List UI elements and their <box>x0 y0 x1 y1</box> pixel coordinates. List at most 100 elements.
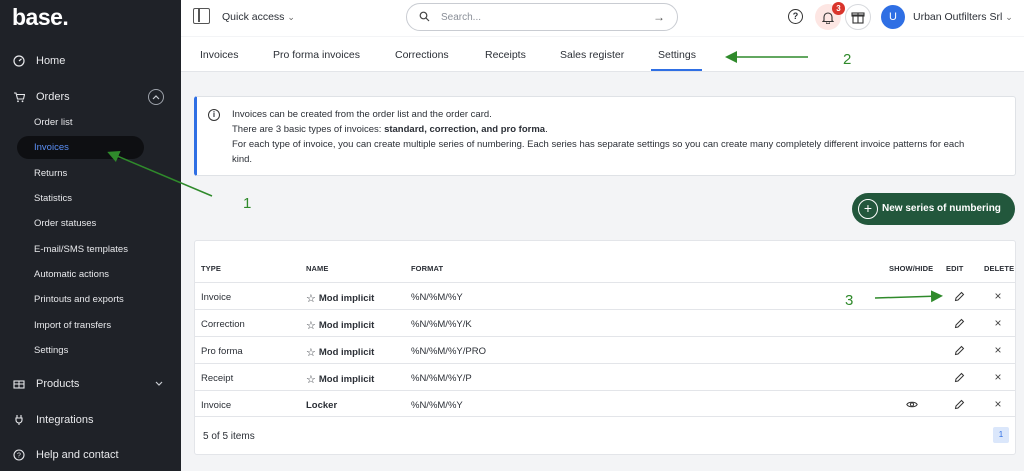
table-row[interactable]: Invoice Locker %N/%M/%Y × <box>195 390 1015 417</box>
pencil-icon[interactable] <box>952 316 966 330</box>
cell-format: %N/%M/%Y/K <box>411 319 472 330</box>
tab-receipts[interactable]: Receipts <box>485 49 526 61</box>
gift-button[interactable] <box>845 4 871 30</box>
sidebar-sub-email-sms-templates[interactable]: E-mail/SMS templates <box>17 238 144 261</box>
cell-type: Invoice <box>201 400 232 411</box>
collapse-toggle[interactable] <box>148 89 164 105</box>
eye-icon[interactable] <box>905 397 919 411</box>
annotation-number-1: 1 <box>243 195 252 212</box>
sidebar-item-label: Orders <box>36 91 70 103</box>
sidebar-item-help[interactable]: ? Help and contact <box>0 443 181 467</box>
chevron-down-icon: ⌄ <box>287 12 295 22</box>
notification-badge: 3 <box>832 2 845 15</box>
search-placeholder: Search... <box>441 12 482 23</box>
cell-name: ☆ Mod implicit <box>306 320 375 332</box>
cell-format: %N/%M/%Y <box>411 292 463 303</box>
sidebar-sub-order-statuses[interactable]: Order statuses <box>17 212 144 235</box>
sidebar-sub-automatic-actions[interactable]: Automatic actions <box>17 263 144 286</box>
info-box: i Invoices can be created from the order… <box>194 96 1016 176</box>
table-row[interactable]: Correction ☆ Mod implicit %N/%M/%Y/K × <box>195 309 1015 336</box>
sidebar-sub-returns[interactable]: Returns <box>17 162 144 185</box>
cell-name: ☆ Mod implicit <box>306 347 375 359</box>
search-input[interactable]: Search... → <box>406 3 678 31</box>
sidebar-sub-import-transfers[interactable]: Import of transfers <box>17 314 144 337</box>
column-header-show-hide: SHOW/HIDE <box>889 264 934 273</box>
account-dropdown[interactable]: Urban Outfilters Srl ⌄ <box>913 11 1013 23</box>
sidebar-item-products[interactable]: Products <box>0 372 181 396</box>
star-icon: ☆ <box>306 293 316 305</box>
close-icon[interactable]: × <box>991 343 1005 357</box>
pencil-icon[interactable] <box>952 370 966 384</box>
svg-text:?: ? <box>17 453 21 460</box>
sidebar-sub-order-list[interactable]: Order list <box>17 111 144 134</box>
cell-name: ☆ Mod implicit <box>306 374 375 386</box>
close-icon[interactable]: × <box>991 289 1005 303</box>
sidebar-sub-settings[interactable]: Settings <box>17 339 144 362</box>
pencil-icon[interactable] <box>952 289 966 303</box>
annotation-number-2: 2 <box>843 51 852 68</box>
pagination-count: 5 of 5 items <box>203 431 255 442</box>
pencil-icon[interactable] <box>952 343 966 357</box>
cell-format: %N/%M/%Y/P <box>411 373 472 384</box>
sidebar-sub-invoices[interactable]: Invoices <box>17 136 144 159</box>
table-row[interactable]: Invoice ☆ Mod implicit %N/%M/%Y × <box>195 282 1015 309</box>
info-line-4: kind. <box>232 154 253 165</box>
series-table: TYPE NAME FORMAT SHOW/HIDE EDIT DELETE I… <box>194 240 1016 455</box>
sidebar-item-label: Help and contact <box>36 449 119 461</box>
pencil-icon[interactable] <box>952 397 966 411</box>
sidebar-sub-printouts-exports[interactable]: Printouts and exports <box>17 288 144 311</box>
info-icon: i <box>208 109 220 121</box>
new-series-button[interactable]: + New series of numbering <box>852 193 1015 225</box>
panel-icon[interactable] <box>193 8 210 24</box>
arrow-right-icon[interactable]: → <box>653 10 665 24</box>
avatar[interactable]: U <box>881 5 905 29</box>
sidebar-item-label: Products <box>36 378 80 390</box>
box-icon <box>12 377 26 391</box>
tabs-bar: Invoices Pro forma invoices Corrections … <box>181 37 1024 72</box>
plus-icon: + <box>858 199 878 219</box>
tab-pro-forma-invoices[interactable]: Pro forma invoices <box>273 49 360 61</box>
cell-type: Invoice <box>201 292 232 303</box>
sidebar-item-integrations[interactable]: Integrations <box>0 408 181 432</box>
topbar: Quick access ⌄ Search... → ? 3 U Urban O… <box>181 0 1024 36</box>
quick-access-dropdown[interactable]: Quick access ⌄ <box>222 11 295 23</box>
gauge-icon <box>12 54 26 68</box>
cart-icon <box>12 90 26 104</box>
active-tab-indicator <box>651 69 702 71</box>
star-icon: ☆ <box>306 374 316 386</box>
cell-format: %N/%M/%Y/PRO <box>411 346 486 357</box>
chevron-down-icon: ⌄ <box>1005 12 1013 22</box>
column-header-format: FORMAT <box>411 264 444 273</box>
column-header-type: TYPE <box>201 264 221 273</box>
table-row[interactable]: Receipt ☆ Mod implicit %N/%M/%Y/P × <box>195 363 1015 390</box>
page-button[interactable]: 1 <box>993 427 1009 443</box>
tab-invoices[interactable]: Invoices <box>200 49 239 61</box>
chevron-down-icon[interactable] <box>155 378 163 390</box>
close-icon[interactable]: × <box>991 397 1005 411</box>
info-line-3: For each type of invoice, you can create… <box>232 139 965 150</box>
star-icon: ☆ <box>306 347 316 359</box>
table-row[interactable]: Pro forma ☆ Mod implicit %N/%M/%Y/PRO × <box>195 336 1015 363</box>
cell-name: ☆ Mod implicit <box>306 293 375 305</box>
tab-settings[interactable]: Settings <box>658 49 696 61</box>
bell-icon <box>822 11 834 24</box>
sidebar-item-home[interactable]: Home <box>0 49 181 73</box>
annotation-number-3: 3 <box>845 292 854 309</box>
sidebar-item-label: Home <box>36 55 66 67</box>
tab-sales-register[interactable]: Sales register <box>560 49 624 61</box>
sidebar: base. Home Orders Order list Invoices Re… <box>0 0 181 471</box>
sidebar-sub-statistics[interactable]: Statistics <box>17 187 144 210</box>
column-header-edit: EDIT <box>946 264 964 273</box>
sidebar-item-label: Integrations <box>36 414 94 426</box>
gift-icon <box>851 12 865 24</box>
cell-type: Pro forma <box>201 346 243 357</box>
help-circle-icon[interactable]: ? <box>788 9 803 24</box>
cell-type: Receipt <box>201 373 234 384</box>
close-icon[interactable]: × <box>991 370 1005 384</box>
close-icon[interactable]: × <box>991 316 1005 330</box>
info-line-1: Invoices can be created from the order l… <box>232 109 492 120</box>
tab-corrections[interactable]: Corrections <box>395 49 449 61</box>
base-logo[interactable]: base. <box>12 4 69 31</box>
search-icon <box>419 11 430 25</box>
sidebar-item-orders[interactable]: Orders <box>0 85 181 109</box>
